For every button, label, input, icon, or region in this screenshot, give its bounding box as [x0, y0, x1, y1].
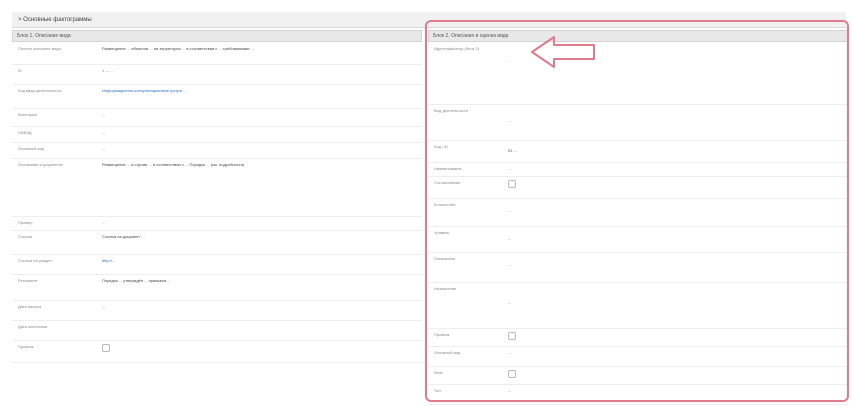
- table-row: Признак: [12, 340, 422, 363]
- left-panel-header: Блок 1. Описание вида: [12, 30, 422, 42]
- table-row: Показатель ...: [428, 252, 848, 283]
- table-row: Ссылки Ссылка на документ ...: [12, 230, 422, 255]
- table-row: Пример ...: [12, 216, 422, 231]
- table-row: ОКВЭД ...: [12, 126, 422, 143]
- table-row: Тип ...: [428, 384, 848, 405]
- table-row: Регламент Порядок ... утверждён ... прик…: [12, 274, 422, 301]
- table-row: Код / ID 01 ...: [428, 140, 848, 163]
- right-panel-header: Блок 2. Описание и оценка вида: [428, 30, 848, 42]
- table-row: Вид деятельности ...: [428, 104, 848, 141]
- table-row: Дата начала ...: [12, 300, 422, 321]
- table-row: Уровень ...: [428, 226, 848, 253]
- table-row: Основания и документы Размещение ... в с…: [12, 158, 422, 217]
- section-title[interactable]: > Основные фактограммы: [12, 12, 846, 28]
- table-row: Назначение ...: [428, 282, 848, 329]
- table-row: Категория ...: [12, 108, 422, 127]
- checkbox[interactable]: [508, 332, 516, 340]
- right-panel: Блок 2. Описание и оценка вида Идентифик…: [428, 30, 848, 406]
- checkbox[interactable]: [508, 180, 516, 188]
- table-row: Ссылка на раздел http://...: [12, 254, 422, 275]
- left-panel: Блок 1. Описание вида Полное описание ви…: [12, 30, 422, 406]
- table-row: Флаг: [428, 366, 848, 385]
- table-row: Признак: [428, 328, 848, 347]
- table-row: ID 1 — ...: [12, 64, 422, 85]
- table-row: Идентификатор (блок 2) ...: [428, 42, 848, 105]
- checkbox[interactable]: [508, 370, 516, 378]
- table-row: Основной вид ...: [428, 346, 848, 367]
- arrow-left-icon: [531, 36, 595, 68]
- checkbox[interactable]: [102, 344, 110, 352]
- table-row: Основной вид ...: [12, 142, 422, 159]
- table-row: Количество ...: [428, 198, 848, 227]
- table-row: Дата окончания: [12, 320, 422, 341]
- table-row: Наименование ...: [428, 162, 848, 177]
- table-row: Код вида деятельности Информационно-конс…: [12, 84, 422, 109]
- table-row: Полное описание вида Размещение ... объе…: [12, 42, 422, 65]
- table-row: Согласование: [428, 176, 848, 199]
